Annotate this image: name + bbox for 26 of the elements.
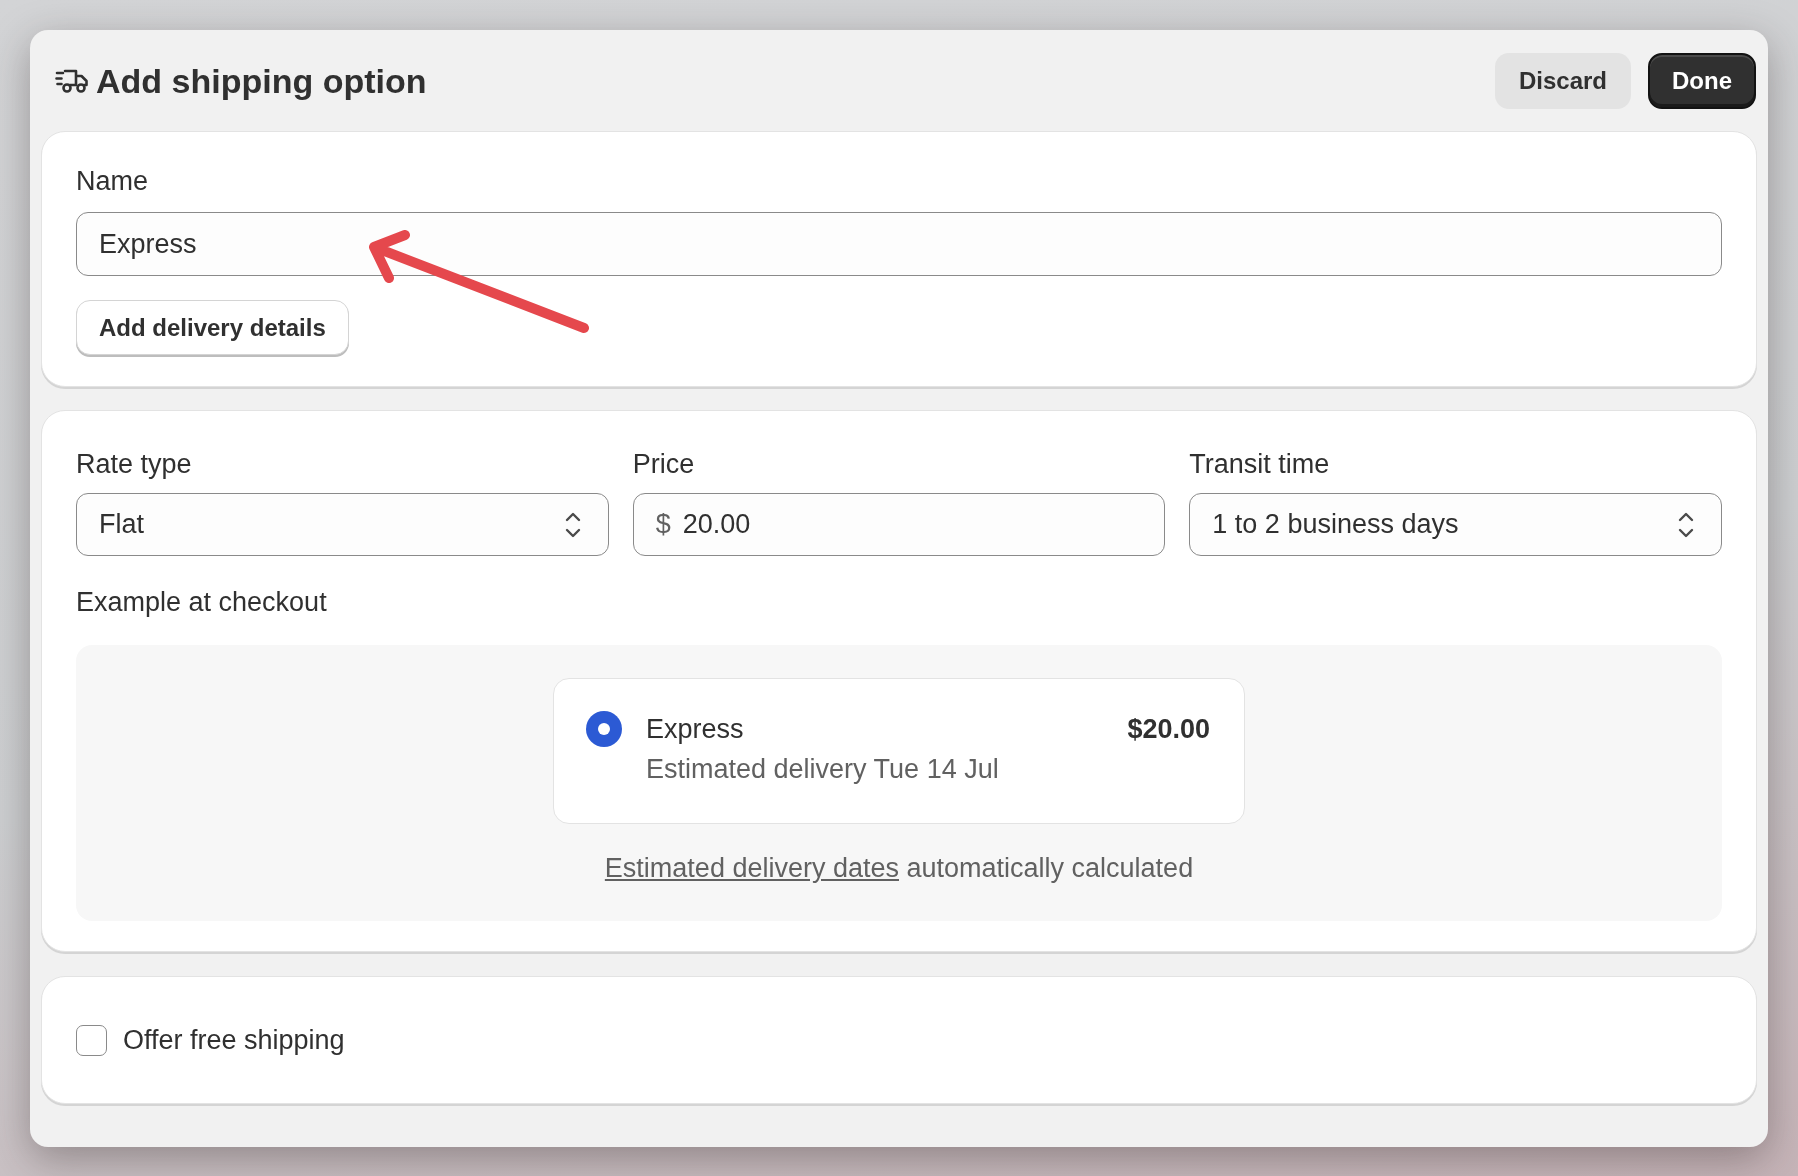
checkbox-label: Offer free shipping bbox=[123, 1024, 345, 1056]
option-name: Express bbox=[646, 713, 744, 746]
discard-button[interactable]: Discard bbox=[1495, 52, 1631, 109]
field-label: Transit time bbox=[1189, 448, 1331, 480]
window-title: Add shipping option bbox=[96, 60, 427, 102]
field-label: Rate type bbox=[76, 448, 193, 480]
checkbox[interactable] bbox=[76, 1024, 107, 1056]
select-field[interactable]: 1 to 2 business days bbox=[1189, 493, 1722, 556]
add-delivery-details-button[interactable]: Add delivery details bbox=[76, 300, 349, 355]
select-field[interactable]: Flat bbox=[76, 493, 609, 556]
field-label: Name bbox=[76, 165, 149, 197]
delivery-dates-link[interactable]: Estimated delivery dates bbox=[604, 853, 899, 883]
name-input[interactable]: Express bbox=[76, 212, 1722, 276]
field-label: Price bbox=[632, 448, 696, 480]
delivery-estimate: Estimated delivery Tue 14 Jul bbox=[646, 753, 1000, 786]
done-button[interactable]: Done bbox=[1648, 52, 1756, 109]
price-input[interactable]: $ 20.00 bbox=[632, 493, 1166, 556]
radio-button[interactable] bbox=[586, 711, 622, 747]
shipping-option-card[interactable]: Express $20.00 Estimated delivery Tue 14 Jul bbox=[553, 678, 1245, 824]
option-price: $20.00 bbox=[1127, 713, 1210, 746]
currency-symbol: $ bbox=[655, 508, 671, 542]
section-label: Example at checkout bbox=[76, 586, 328, 618]
chevron-up-down-icon bbox=[1677, 510, 1695, 539]
chevron-up-down-icon bbox=[563, 510, 582, 539]
truck-icon bbox=[55, 67, 88, 94]
delivery-note: Estimated delivery dates automatically calculated bbox=[604, 852, 1194, 884]
